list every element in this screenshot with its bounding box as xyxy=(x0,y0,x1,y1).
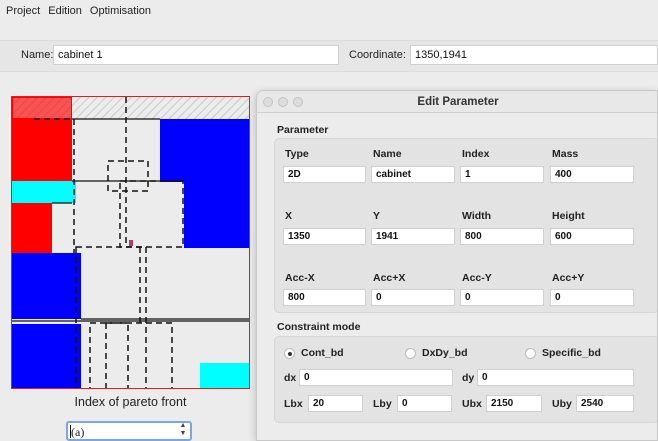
radio-unselected-icon xyxy=(525,347,536,359)
name-param-field[interactable]: cabinet xyxy=(371,166,455,183)
blue-block xyxy=(12,253,81,319)
menu-project[interactable]: Project xyxy=(6,5,40,17)
blue-block xyxy=(12,324,81,388)
type-header: Type xyxy=(285,148,309,160)
red-block xyxy=(12,203,52,254)
dialog-titlebar: Edit Parameter xyxy=(257,91,657,113)
name-field[interactable]: cabinet 1 xyxy=(53,45,339,65)
lbx-label: Lbx xyxy=(284,398,303,410)
menu-edition[interactable]: Edition xyxy=(48,5,82,17)
x-header: X xyxy=(285,210,293,222)
coordinate-label: Coordinate: xyxy=(349,49,406,61)
width-field[interactable]: 800 xyxy=(460,228,544,245)
edit-parameter-dialog: Edit Parameter Parameter Type Name Index… xyxy=(256,90,658,441)
acc-plus-y-header: Acc+Y xyxy=(552,272,585,284)
radio-dxdy-bd[interactable]: DxDy_bd xyxy=(405,347,468,359)
text-caret xyxy=(70,425,71,438)
mass-field[interactable]: 400 xyxy=(550,166,634,183)
ubx-field[interactable]: 2150 xyxy=(486,395,542,412)
acc-minus-x-header: Acc-X xyxy=(285,272,315,284)
ubx-label: Ubx xyxy=(462,398,482,410)
parameter-group xyxy=(274,138,657,313)
mass-header: Mass xyxy=(552,148,579,160)
cyan-block xyxy=(200,363,249,388)
acc-minus-y-field[interactable]: 0 xyxy=(460,289,544,306)
chevron-up-icon[interactable]: ▲ xyxy=(177,422,189,430)
radio-cont-bd[interactable]: Cont_bd xyxy=(284,347,344,359)
red-block xyxy=(12,119,72,181)
layout-canvas xyxy=(12,97,249,388)
blue-block xyxy=(184,182,249,248)
pareto-index-spinbox[interactable]: (a) ▲ ▼ xyxy=(66,421,192,441)
radio-dxdy-bd-label: DxDy_bd xyxy=(422,347,468,359)
dialog-title: Edit Parameter xyxy=(417,96,499,108)
spinbox-arrows[interactable]: ▲ ▼ xyxy=(177,422,189,440)
acc-minus-y-header: Acc-Y xyxy=(462,272,492,284)
acc-plus-y-field[interactable]: 0 xyxy=(550,289,634,306)
chevron-down-icon[interactable]: ▼ xyxy=(177,430,189,438)
acc-plus-x-field[interactable]: 0 xyxy=(371,289,455,306)
selection-marker xyxy=(129,240,133,246)
type-field[interactable]: 2D xyxy=(283,166,366,183)
layout-plot[interactable] xyxy=(11,96,250,389)
menu-optimisation[interactable]: Optimisation xyxy=(90,5,151,17)
height-header: Height xyxy=(552,210,585,222)
x-field[interactable]: 1350 xyxy=(283,228,366,245)
menu-bar: Project Edition Optimisation xyxy=(0,0,658,22)
uby-field[interactable]: 2540 xyxy=(576,395,634,412)
uby-label: Uby xyxy=(552,398,572,410)
radio-cont-bd-label: Cont_bd xyxy=(301,347,344,359)
dy-field[interactable]: 0 xyxy=(477,369,634,386)
height-field[interactable]: 600 xyxy=(550,228,634,245)
acc-plus-x-header: Acc+X xyxy=(373,272,406,284)
index-field[interactable]: 1 xyxy=(460,166,544,183)
name-label: Name: xyxy=(21,49,54,61)
constraint-section-title: Constraint mode xyxy=(277,321,361,333)
width-header: Width xyxy=(462,210,492,222)
y-field[interactable]: 1941 xyxy=(371,228,455,245)
cyan-block xyxy=(12,181,76,203)
radio-specific-bd[interactable]: Specific_bd xyxy=(525,347,601,359)
radio-selected-icon xyxy=(284,347,295,359)
index-header: Index xyxy=(462,148,490,160)
plot-caption: Index of pareto front xyxy=(74,395,187,409)
radio-unselected-icon xyxy=(405,347,416,359)
lbx-field[interactable]: 20 xyxy=(308,395,363,412)
y-header: Y xyxy=(373,210,381,222)
acc-minus-x-field[interactable]: 800 xyxy=(283,289,366,306)
blue-block xyxy=(160,119,249,182)
lby-label: Lby xyxy=(373,398,392,410)
spinbox-value: (a) xyxy=(71,425,85,439)
dy-label: dy xyxy=(462,372,475,384)
name-header: Name xyxy=(373,148,402,160)
parameter-section-title: Parameter xyxy=(277,124,329,136)
radio-specific-bd-label: Specific_bd xyxy=(542,347,601,359)
coordinate-field[interactable]: 1350,1941 xyxy=(410,45,658,65)
dx-label: dx xyxy=(284,372,297,384)
dx-field[interactable]: 0 xyxy=(299,369,453,386)
lby-field[interactable]: 0 xyxy=(397,395,452,412)
